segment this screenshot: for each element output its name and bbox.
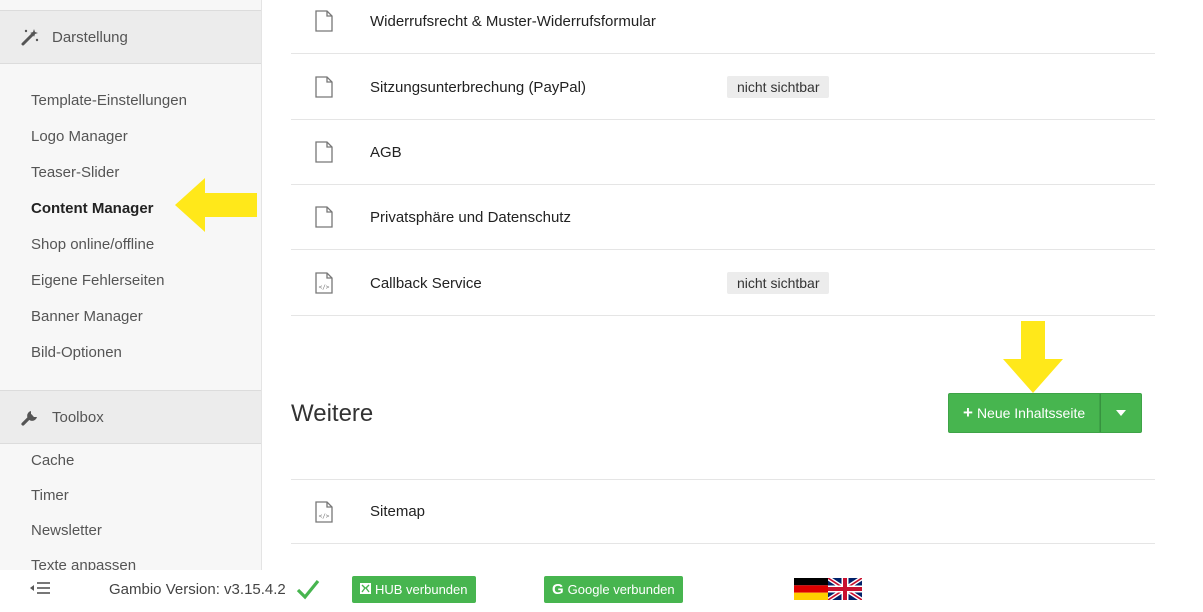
sidebar-item-newsletter[interactable]: Newsletter [31,522,102,539]
svg-text:</>: </> [319,284,330,291]
content-title[interactable]: Callback Service [370,275,482,292]
footer: Gambio Version: v3.15.4.2 HUB verbunden … [0,570,1203,612]
sidebar-item-logo-manager[interactable]: Logo Manager [31,128,128,145]
section-title-weitere: Weitere [291,400,374,427]
magic-wand-icon [20,27,40,47]
google-icon: G [552,581,564,598]
document-icon [315,141,333,163]
sidebar-section-darstellung[interactable]: Darstellung [0,10,261,64]
google-status-badge[interactable]: G Google verbunden [544,576,683,603]
content-title[interactable]: Sitemap [370,503,425,520]
sidebar: Darstellung Template-Einstellungen Logo … [0,0,262,570]
sidebar-section-title: Toolbox [52,408,104,426]
new-page-button-group: + Neue Inhaltsseite [948,393,1143,433]
new-page-dropdown-toggle[interactable] [1100,393,1143,433]
status-badge: nicht sichtbar [727,76,830,98]
caret-down-icon [1116,410,1127,416]
flag-uk-icon[interactable] [828,578,862,600]
annotation-arrow-left-icon [175,178,257,232]
wrench-icon [20,407,40,427]
annotation-arrow-down-icon [1003,321,1063,393]
sidebar-item-teaser-slider[interactable]: Teaser-Slider [31,164,119,181]
flag-de-icon[interactable] [794,578,828,600]
list-item[interactable]: Privatsphäre und Datenschutz [291,185,1155,250]
status-badge: nicht sichtbar [727,272,830,294]
collapse-menu-icon[interactable] [30,581,50,599]
list-item[interactable]: </> Callback Service nicht sichtbar [291,251,1155,316]
sidebar-section-title: Darstellung [52,28,128,46]
list-item[interactable]: AGB [291,120,1155,185]
svg-text:</>: </> [319,513,330,520]
hub-icon [360,582,371,597]
content-manager-main: Widerrufsrecht & Muster-Widerrufsformula… [262,0,1203,570]
document-icon [315,10,333,32]
check-icon [296,579,320,600]
sidebar-item-eigene-fehlerseiten[interactable]: Eigene Fehlerseiten [31,272,164,289]
list-item[interactable]: </> Sitemap [291,479,1155,544]
document-icon [315,76,333,98]
content-title[interactable]: Widerrufsrecht & Muster-Widerrufsformula… [370,13,656,30]
sidebar-section-toolbox[interactable]: Toolbox [0,390,261,444]
new-content-page-label: Neue Inhaltsseite [976,405,1086,421]
plus-icon: + [963,403,973,422]
sidebar-item-texte-anpassen[interactable]: Texte anpassen [31,557,136,570]
sidebar-item-banner-manager[interactable]: Banner Manager [31,308,143,325]
version-text: Gambio Version: v3.15.4.2 [109,581,286,598]
hub-status-badge[interactable]: HUB verbunden [352,576,476,603]
content-title[interactable]: Privatsphäre und Datenschutz [370,209,571,226]
document-icon [315,206,333,228]
sidebar-item-timer[interactable]: Timer [31,487,69,504]
new-content-page-button[interactable]: + Neue Inhaltsseite [948,393,1101,433]
google-status-label: Google verbunden [567,582,675,597]
sidebar-item-content-manager[interactable]: Content Manager [31,200,154,217]
content-title[interactable]: Sitzungsunterbrechung (PayPal) [370,79,586,96]
sidebar-item-template-einstellungen[interactable]: Template-Einstellungen [31,92,187,109]
hub-status-label: HUB verbunden [375,582,468,597]
sidebar-item-bild-optionen[interactable]: Bild-Optionen [31,344,122,361]
sidebar-item-shop-online-offline[interactable]: Shop online/offline [31,236,154,253]
content-title[interactable]: AGB [370,144,402,161]
code-document-icon: </> [315,272,333,294]
sidebar-item-cache[interactable]: Cache [31,452,74,469]
list-item[interactable]: Sitzungsunterbrechung (PayPal) nicht sic… [291,55,1155,120]
list-item[interactable]: Widerrufsrecht & Muster-Widerrufsformula… [291,0,1155,54]
code-document-icon: </> [315,500,333,523]
